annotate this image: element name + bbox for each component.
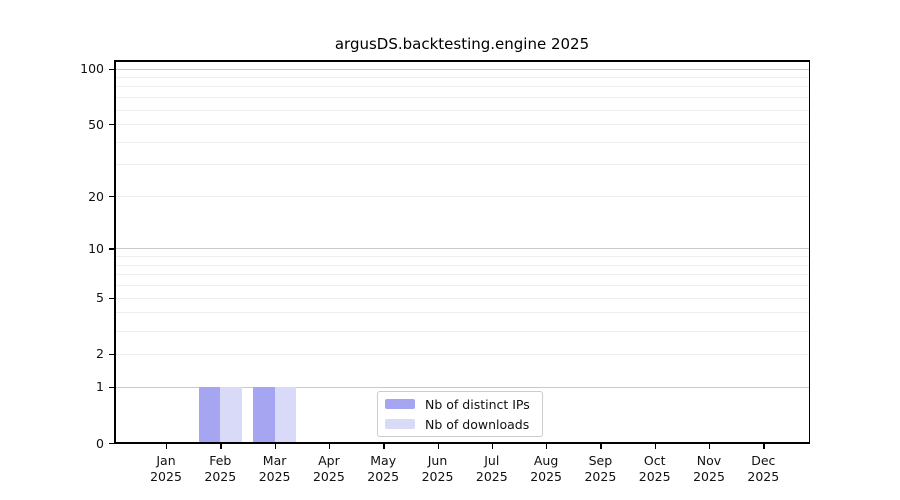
minor-gridline [114,256,810,257]
y-axis-tick-label: 20 [44,190,104,204]
x-axis-tick [275,444,276,449]
x-axis-tick [383,444,384,449]
y-axis-tick-label: 2 [44,347,104,361]
y-axis-tick-label: 5 [44,291,104,305]
bar-mar-downloads [275,387,297,443]
right-spine [809,60,811,444]
legend-swatch-distinct-ips [385,399,415,409]
x-axis-tick [655,444,656,449]
y-axis-tick-label: 0 [44,437,104,451]
y-axis-tick-label: 50 [44,118,104,132]
minor-gridline [114,298,810,299]
minor-gridline [114,164,810,165]
minor-gridline [114,97,810,98]
x-axis-tick [166,444,167,449]
x-axis-tick [546,444,547,449]
major-gridline [114,69,810,70]
chart-title: argusDS.backtesting.engine 2025 [114,35,810,53]
minor-gridline [114,265,810,266]
x-axis-spine [114,442,810,444]
major-gridline [114,248,810,249]
bar-feb-downloads [220,387,242,443]
legend-label-downloads: Nb of downloads [425,417,529,432]
legend-item-distinct-ips: Nb of distinct IPs [385,396,534,412]
minor-gridline [114,86,810,87]
minor-gridline [114,331,810,332]
y-axis-tick-label: 10 [44,242,104,256]
x-axis-tick [438,444,439,449]
plot-area [114,60,810,444]
minor-gridline [114,142,810,143]
bar-feb-distinct-ips [199,387,221,443]
legend: Nb of distinct IPs Nb of downloads [377,391,543,437]
legend-swatch-downloads [385,419,415,429]
x-axis-tick [763,444,764,449]
x-axis-tick [220,444,221,449]
top-spine [114,60,810,62]
minor-gridline [114,196,810,197]
minor-gridline [114,312,810,313]
minor-gridline [114,124,810,125]
minor-gridline [114,77,810,78]
x-axis-tick [329,444,330,449]
bar-mar-distinct-ips [253,387,275,443]
x-axis-tick [709,444,710,449]
minor-gridline [114,354,810,355]
legend-item-downloads: Nb of downloads [385,416,534,432]
left-spine [114,60,116,444]
y-axis-tick-label: 1 [44,380,104,394]
x-axis-tick [600,444,601,449]
minor-gridline [114,274,810,275]
x-axis-tick-label: Dec2025 [731,453,795,485]
y-axis-tick-label: 100 [44,62,104,76]
x-axis-tick [492,444,493,449]
legend-label-distinct-ips: Nb of distinct IPs [425,397,530,412]
minor-gridline [114,110,810,111]
figure: argusDS.backtesting.engine 2025 Nb of di… [0,0,900,500]
minor-gridline [114,285,810,286]
